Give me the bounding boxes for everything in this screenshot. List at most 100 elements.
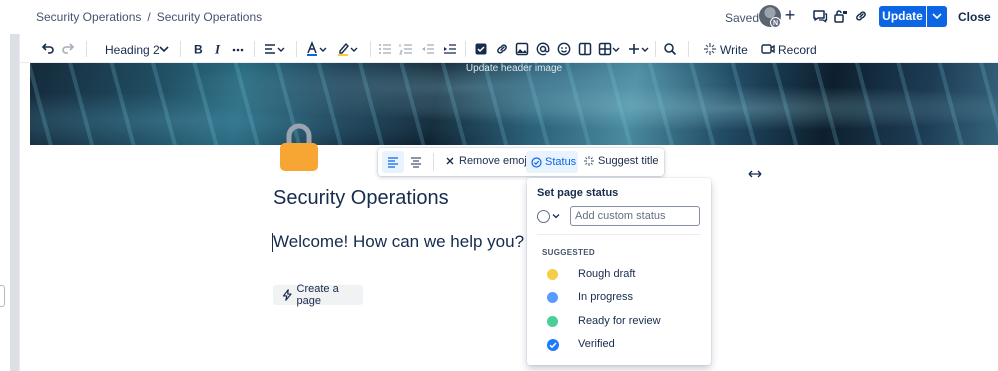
- text-alignment-icon[interactable]: [263, 41, 287, 57]
- align-left-button[interactable]: [382, 151, 404, 173]
- status-option-in-progress[interactable]: In progress: [527, 287, 711, 309]
- page-title[interactable]: Security Operations: [273, 187, 449, 210]
- more-formatting-icon[interactable]: [230, 41, 246, 57]
- toolbar-divider: [688, 41, 689, 57]
- ai-sparkle-icon: [584, 156, 594, 166]
- indent-icon[interactable]: [442, 41, 458, 57]
- page-status-popup: Set page status SUGGESTED Rough draft In…: [527, 178, 711, 365]
- layouts-icon[interactable]: [577, 41, 593, 57]
- status-button-label: Status: [545, 156, 577, 168]
- align-center-icon: [411, 157, 421, 168]
- status-color-circle-icon: [537, 209, 550, 223]
- status-option-verified[interactable]: Verified: [527, 334, 711, 356]
- link-icon[interactable]: [853, 8, 869, 24]
- breadcrumb-page[interactable]: Security Operations: [157, 10, 262, 24]
- toolbar-divider: [86, 41, 87, 57]
- emoji-floating-toolbar: Remove emoji Status Suggest title: [378, 148, 664, 176]
- suggest-title-button[interactable]: Suggest title: [584, 155, 659, 167]
- update-header-image-link[interactable]: Update header image: [30, 63, 998, 74]
- italic-icon[interactable]: I: [210, 41, 226, 57]
- text-color-icon[interactable]: [305, 41, 329, 57]
- breadcrumb-space[interactable]: Security Operations: [36, 10, 141, 24]
- chevron-down-icon[interactable]: [156, 41, 172, 57]
- comment-icon[interactable]: [812, 8, 828, 24]
- invite-plus-button[interactable]: +: [780, 6, 800, 26]
- remove-emoji-label: Remove emoji: [459, 155, 530, 167]
- header-image-texture: [30, 63, 998, 145]
- popup-title: Set page status: [537, 187, 619, 199]
- update-button[interactable]: Update: [879, 6, 926, 27]
- remove-emoji-button[interactable]: Remove emoji: [445, 155, 529, 167]
- suggested-section-label: SUGGESTED: [542, 248, 595, 257]
- link-icon[interactable]: [494, 41, 510, 57]
- header-image[interactable]: Update header image: [30, 63, 998, 145]
- yellow-dot-icon: [547, 269, 558, 280]
- bullet-list-icon[interactable]: [377, 41, 393, 57]
- toolbar-divider: [465, 41, 466, 57]
- status-check-icon: [531, 156, 542, 168]
- create-page-button[interactable]: Create a page: [273, 283, 363, 307]
- editor-left-border: [19, 34, 20, 371]
- toolbar-divider: [180, 41, 181, 57]
- record-button[interactable]: Record: [778, 43, 817, 57]
- action-item-checkbox-icon[interactable]: [473, 41, 489, 57]
- status-option-ready-for-review[interactable]: Ready for review: [527, 311, 711, 333]
- image-icon[interactable]: [514, 41, 530, 57]
- toolbar-divider: [296, 41, 297, 57]
- record-video-icon[interactable]: [760, 41, 776, 57]
- status-option-rough-draft[interactable]: Rough draft: [527, 264, 711, 286]
- full-width-resize-icon[interactable]: [748, 167, 762, 179]
- toolbar-divider: [254, 41, 255, 57]
- toolbar-divider: [655, 41, 656, 57]
- mention-icon[interactable]: [535, 41, 551, 57]
- ai-sparkle-icon[interactable]: [702, 41, 718, 57]
- emoji-icon[interactable]: [556, 41, 572, 57]
- align-center-button[interactable]: [405, 151, 427, 173]
- welcome-heading[interactable]: Welcome! How can we help you?: [273, 232, 524, 252]
- close-button[interactable]: Close: [958, 10, 991, 24]
- status-option-label: Verified: [578, 338, 615, 350]
- table-icon[interactable]: [597, 41, 621, 57]
- toolbar-divider: [433, 153, 434, 171]
- green-dot-icon: [547, 316, 558, 327]
- insert-plus-icon[interactable]: [626, 41, 650, 57]
- text-style-select[interactable]: Heading 2: [105, 43, 160, 57]
- status-option-label: Ready for review: [578, 315, 661, 327]
- breadcrumb: Security Operations / Security Operation…: [36, 10, 262, 24]
- page-emoji-lock-icon[interactable]: [279, 122, 319, 172]
- numbered-list-icon[interactable]: [398, 41, 414, 57]
- search-icon[interactable]: [662, 41, 678, 57]
- verified-badge-icon: [547, 339, 559, 351]
- svg-text:B: B: [194, 43, 203, 57]
- editor-toolbar: Heading 2 B I Write Record: [20, 34, 998, 63]
- suggest-title-label: Suggest title: [598, 155, 659, 167]
- status-button[interactable]: Status: [526, 151, 578, 173]
- redo-icon[interactable]: [60, 41, 76, 57]
- sidebar-expand-handle[interactable]: [0, 285, 5, 307]
- status-option-label: In progress: [578, 291, 634, 303]
- highlight-icon[interactable]: [336, 41, 360, 57]
- breadcrumb-separator: /: [147, 10, 151, 24]
- popup-divider: [537, 234, 701, 235]
- status-color-picker[interactable]: [537, 207, 567, 225]
- left-scroll-rail[interactable]: [10, 34, 19, 371]
- update-options-dropdown[interactable]: [927, 6, 947, 27]
- blue-dot-icon: [547, 292, 558, 303]
- saved-status: Saved: [725, 11, 760, 25]
- lightning-icon: [282, 289, 292, 301]
- write-button[interactable]: Write: [720, 43, 748, 57]
- chevron-down-icon: [552, 214, 560, 219]
- custom-status-input[interactable]: [570, 206, 700, 226]
- undo-icon[interactable]: [40, 41, 56, 57]
- bold-icon[interactable]: B: [190, 41, 206, 57]
- chevron-down-icon: [932, 13, 942, 20]
- restrictions-lock-icon[interactable]: [833, 8, 849, 24]
- top-bar: Security Operations / Security Operation…: [0, 0, 998, 34]
- toolbar-divider: [370, 41, 371, 57]
- svg-text:I: I: [214, 42, 221, 57]
- align-left-icon: [388, 157, 398, 168]
- close-icon: [446, 157, 454, 165]
- status-option-label: Rough draft: [578, 268, 636, 280]
- outdent-icon[interactable]: [420, 41, 436, 57]
- create-page-label: Create a page: [296, 283, 339, 307]
